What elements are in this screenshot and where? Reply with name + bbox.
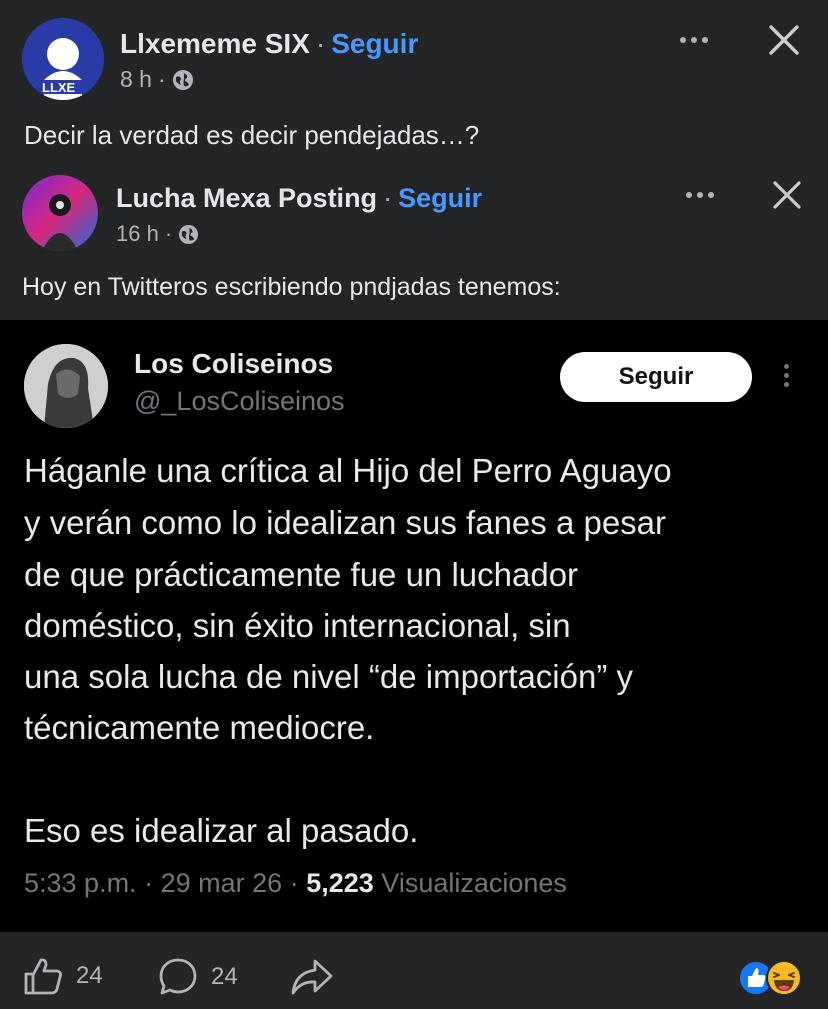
shared-time[interactable]: 16 h — [116, 221, 159, 247]
tweet-views-label: Visualizaciones — [381, 868, 567, 898]
like-count: 24 — [76, 962, 103, 989]
tweet-more-icon — [784, 364, 789, 387]
tweet-text-line: de que prácticamente fue un luchador — [24, 556, 579, 593]
tweet-text-line: Háganle una crítica al Hijo del Perro Ag… — [24, 452, 672, 489]
tweet-avatar — [24, 344, 108, 428]
tweet-follow-button: Seguir — [560, 352, 752, 402]
reaction-haha-icon — [766, 960, 802, 996]
page-avatar-lucha-mexa[interactable] — [22, 175, 98, 251]
separator-dot: · — [315, 28, 326, 59]
tweet-time: 5:33 p.m. — [24, 868, 137, 898]
shared-close-icon[interactable] — [772, 180, 802, 215]
tweet-views-count: 5,223 — [306, 868, 374, 898]
shared-post-text: Hoy en Twitteros escribiendo pndjadas te… — [22, 273, 561, 301]
separator-dot: · — [289, 868, 299, 898]
globe-icon — [179, 224, 199, 244]
shared-follow-button[interactable]: Seguir — [398, 183, 482, 214]
reactions[interactable] — [738, 960, 802, 996]
separator-dot: · — [383, 183, 393, 213]
tweet-text-line: doméstico, sin éxito internacional, sin — [24, 607, 571, 644]
shared-meta: 16 h · — [116, 221, 199, 247]
post-meta: 8 h · — [120, 66, 194, 93]
post-author[interactable]: Llxememe SIX — [120, 28, 310, 60]
page-avatar-llxememe[interactable]: LLXE — [22, 18, 104, 100]
post-text: Decir la verdad es decir pendejadas…? — [24, 120, 480, 150]
separator-dot: · — [144, 868, 154, 898]
separator-dot: · — [157, 66, 166, 92]
like-icon — [24, 958, 62, 995]
comment-count: 24 — [211, 963, 238, 990]
tweet-text-line: técnicamente mediocre. — [24, 709, 375, 746]
action-bar: 24 24 — [0, 932, 828, 1009]
share-icon — [291, 959, 333, 995]
tweet-text-line: y verán como lo idealizan sus fanes a pe… — [24, 504, 667, 541]
shared-author[interactable]: Lucha Mexa Posting — [116, 183, 377, 214]
shared-post: Lucha Mexa Posting · Seguir 16 h · Hoy e… — [0, 165, 828, 320]
tweet-meta: 5:33 p.m. · 29 mar 26 · 5,223 Visualizac… — [24, 868, 567, 899]
post-author-row: Llxememe SIX · Seguir — [120, 28, 418, 60]
svg-text:LLXE: LLXE — [42, 80, 76, 95]
tweet-text-line: Eso es idealizar al pasado. — [24, 812, 419, 849]
follow-button[interactable]: Seguir — [331, 28, 418, 60]
shared-more-icon[interactable] — [686, 192, 714, 198]
share-button[interactable] — [290, 958, 334, 996]
separator-dot: · — [164, 221, 173, 246]
globe-icon — [172, 69, 193, 90]
more-icon[interactable] — [680, 37, 708, 43]
tweet-date: 29 mar 26 — [160, 868, 283, 898]
close-icon[interactable] — [768, 24, 800, 61]
like-button[interactable]: 24 — [22, 956, 103, 996]
tweet-author-handle: @_LosColiseinos — [134, 386, 345, 416]
shared-author-row: Lucha Mexa Posting · Seguir — [116, 183, 482, 214]
tweet-author-name: Los Coliseinos — [134, 348, 334, 379]
comment-icon — [159, 958, 197, 995]
comment-button[interactable]: 24 — [157, 956, 238, 998]
tweet-text-line: una sola lucha de nivel “de importación”… — [24, 658, 634, 695]
post-time[interactable]: 8 h — [120, 66, 152, 93]
